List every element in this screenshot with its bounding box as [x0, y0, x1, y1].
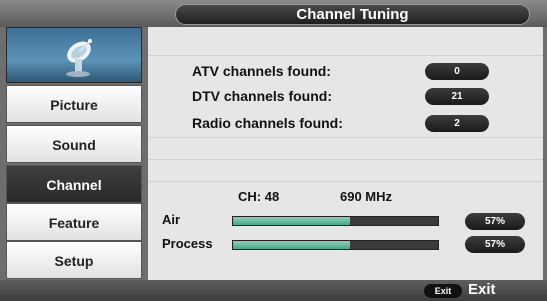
channel-tuning-panel: ATV channels found: 0 DTV channels found…: [148, 27, 543, 280]
page-title: Channel Tuning: [175, 4, 530, 25]
divider: [148, 55, 543, 56]
satellite-dish-icon: [66, 39, 92, 77]
process-progress-fill: [233, 241, 350, 249]
air-percent: 57%: [465, 213, 525, 230]
current-channel: CH: 48: [238, 189, 280, 204]
current-frequency: 690 MHz: [340, 189, 393, 204]
exit-key-icon[interactable]: Exit: [424, 284, 462, 298]
radio-channels-label: Radio channels found:: [192, 115, 343, 131]
air-label: Air: [162, 212, 181, 227]
sidebar: Picture Sound Channel Feature Setup: [6, 27, 142, 280]
sidebar-item-setup[interactable]: Setup: [6, 241, 142, 279]
sidebar-item-channel[interactable]: Channel: [6, 165, 142, 203]
atv-channels-count: 0: [425, 63, 489, 80]
process-label: Process: [162, 236, 213, 251]
footer-bar: Exit Exit: [0, 280, 547, 301]
divider: [148, 137, 543, 138]
sidebar-item-feature[interactable]: Feature: [6, 203, 142, 241]
process-percent: 57%: [465, 236, 525, 253]
air-progress-fill: [233, 217, 350, 225]
exit-button[interactable]: Exit: [468, 281, 496, 298]
sidebar-item-sound[interactable]: Sound: [6, 125, 142, 163]
dtv-channels-label: DTV channels found:: [192, 88, 332, 104]
atv-channels-label: ATV channels found:: [192, 63, 331, 79]
process-progress-bar: [232, 240, 439, 250]
divider: [148, 159, 543, 160]
divider: [148, 181, 543, 182]
menu-logo: [6, 27, 142, 83]
dtv-channels-count: 21: [425, 88, 489, 105]
radio-channels-count: 2: [425, 115, 489, 132]
tv-osd-window: Channel Tuning Picture Sound Channel Fea…: [0, 0, 547, 301]
air-progress-bar: [232, 216, 439, 226]
sidebar-item-picture[interactable]: Picture: [6, 85, 142, 123]
title-bar: Channel Tuning: [0, 0, 547, 27]
